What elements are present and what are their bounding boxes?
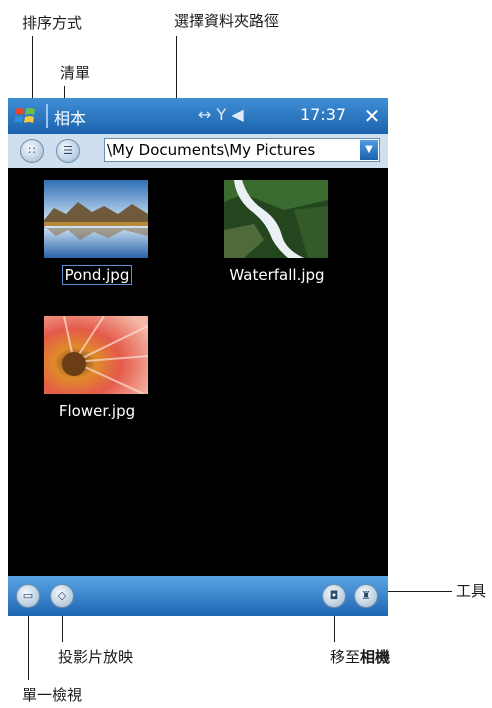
- file-name: Flower.jpg: [58, 402, 136, 420]
- list-view-icon[interactable]: ☰: [56, 139, 80, 163]
- title-bar: 相本 ↔ Y ◀ 17:37 ✕: [8, 98, 388, 134]
- pond-thumbnail[interactable]: [44, 180, 148, 258]
- waterfall-thumbnail[interactable]: [224, 180, 328, 258]
- folder-path-value: \My Documents\My Pictures: [107, 141, 316, 159]
- close-button[interactable]: ✕: [360, 104, 384, 128]
- file-name: Pond.jpg: [61, 265, 133, 285]
- folder-icon[interactable]: ▭: [16, 584, 40, 608]
- bottom-bar: ▭ ◇ ◘ ♜: [8, 576, 388, 616]
- windows-start-icon[interactable]: [14, 104, 38, 128]
- device-screen: 相本 ↔ Y ◀ 17:37 ✕ ∷ ☰ \My Documents\My Pi…: [8, 98, 388, 616]
- callout-go-to-camera: 移至相機: [330, 646, 390, 667]
- callout-go-to-camera-prefix: 移至: [330, 648, 361, 666]
- camera-icon[interactable]: ◘: [322, 584, 346, 608]
- file-name: Waterfall.jpg: [229, 266, 325, 284]
- callout-sort-mode: 排序方式: [22, 14, 83, 32]
- callout-tools: 工具: [456, 582, 487, 600]
- callout-folder-path: 選擇資料夾路徑: [174, 12, 280, 30]
- status-icons[interactable]: ↔ Y ◀: [198, 105, 244, 124]
- slideshow-icon[interactable]: ◇: [50, 584, 74, 608]
- callout-go-to-camera-bold: 相機: [360, 648, 391, 666]
- callout-single-view: 單一檢視: [22, 686, 83, 704]
- callout-slideshow: 投影片放映: [58, 648, 134, 666]
- sort-mode-icon[interactable]: ∷: [20, 139, 44, 163]
- toolbar: ∷ ☰ \My Documents\My Pictures ▼: [8, 134, 388, 168]
- clock[interactable]: 17:37: [300, 105, 346, 124]
- app-title: 相本: [54, 109, 87, 128]
- title-separator: [46, 104, 48, 128]
- folder-path-select[interactable]: \My Documents\My Pictures ▼: [104, 138, 380, 162]
- flower-thumbnail[interactable]: [44, 316, 148, 394]
- callout-list: 清單: [60, 64, 91, 82]
- leader-line-tools: [386, 591, 452, 592]
- tools-icon[interactable]: ♜: [354, 584, 378, 608]
- chevron-down-icon[interactable]: ▼: [360, 140, 378, 160]
